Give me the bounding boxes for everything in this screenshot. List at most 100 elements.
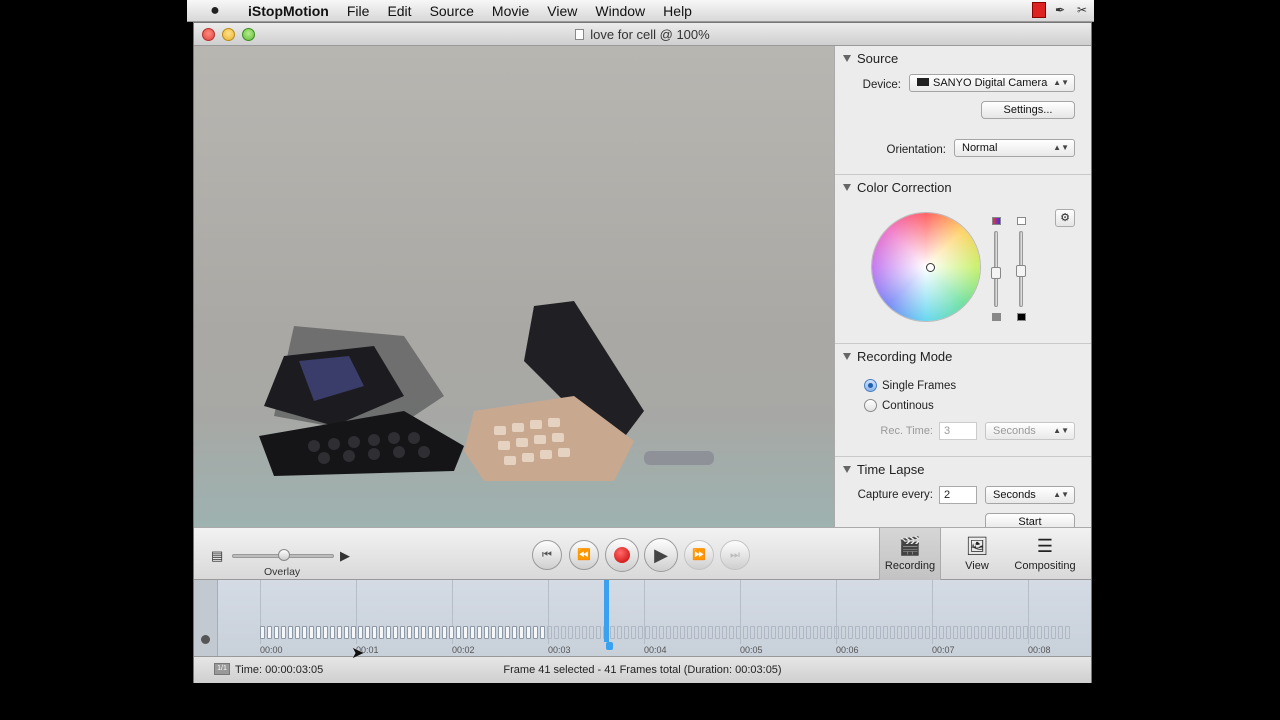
frame-thumbnail[interactable] <box>463 626 468 639</box>
frame-thumbnail[interactable] <box>302 626 307 639</box>
empty-frame-slot[interactable] <box>680 626 685 639</box>
empty-frame-slot[interactable] <box>862 626 867 639</box>
menu-view[interactable]: View <box>538 0 586 22</box>
empty-frame-slot[interactable] <box>883 626 888 639</box>
menu-help[interactable]: Help <box>654 0 701 22</box>
empty-frame-slot[interactable] <box>673 626 678 639</box>
empty-frame-slot[interactable] <box>1051 626 1056 639</box>
empty-frame-slot[interactable] <box>799 626 804 639</box>
empty-frame-slot[interactable] <box>806 626 811 639</box>
frame-thumbnail[interactable] <box>316 626 321 639</box>
empty-frame-slot[interactable] <box>568 626 573 639</box>
frame-thumbnail[interactable] <box>400 626 405 639</box>
empty-frame-slot[interactable] <box>575 626 580 639</box>
menu-istopmotion[interactable]: iStopMotion <box>239 0 338 22</box>
frame-thumbnail[interactable] <box>323 626 328 639</box>
frame-thumbnail[interactable] <box>512 626 517 639</box>
settings-button[interactable]: Settings... <box>981 101 1075 119</box>
empty-frame-slot[interactable] <box>848 626 853 639</box>
empty-frame-slot[interactable] <box>869 626 874 639</box>
go-to-start-button[interactable]: ⏮ <box>532 540 562 570</box>
empty-frame-slot[interactable] <box>617 626 622 639</box>
empty-frame-slot[interactable] <box>841 626 846 639</box>
frame-thumbnail[interactable] <box>477 626 482 639</box>
tab-compositing[interactable]: ☰ Compositing <box>1009 528 1081 581</box>
empty-frame-slot[interactable] <box>687 626 692 639</box>
frame-thumbnail[interactable] <box>393 626 398 639</box>
orientation-popup[interactable]: Normal ▲▼ <box>954 139 1075 157</box>
tab-recording[interactable]: 🎬 Recording <box>879 528 941 581</box>
frame-thumbnail[interactable] <box>386 626 391 639</box>
color-correction-header[interactable]: Color Correction <box>835 175 1091 201</box>
frame-thumbnail[interactable] <box>505 626 510 639</box>
empty-frame-slot[interactable] <box>827 626 832 639</box>
frame-strip[interactable] <box>260 626 1072 640</box>
frame-thumbnail[interactable] <box>337 626 342 639</box>
frame-thumbnail[interactable] <box>344 626 349 639</box>
device-popup[interactable]: SANYO Digital Camera ▲▼ <box>909 74 1075 92</box>
frame-thumbnail[interactable] <box>428 626 433 639</box>
frame-thumbnail[interactable] <box>260 626 265 639</box>
empty-frame-slot[interactable] <box>834 626 839 639</box>
empty-frame-slot[interactable] <box>645 626 650 639</box>
empty-frame-slot[interactable] <box>925 626 930 639</box>
empty-frame-slot[interactable] <box>778 626 783 639</box>
empty-frame-slot[interactable] <box>981 626 986 639</box>
frame-thumbnail[interactable] <box>288 626 293 639</box>
empty-frame-slot[interactable] <box>904 626 909 639</box>
empty-frame-slot[interactable] <box>764 626 769 639</box>
empty-frame-slot[interactable] <box>1023 626 1028 639</box>
empty-frame-slot[interactable] <box>792 626 797 639</box>
color-wheel-handle[interactable] <box>926 263 935 272</box>
empty-frame-slot[interactable] <box>589 626 594 639</box>
menu-source[interactable]: Source <box>421 0 483 22</box>
empty-frame-slot[interactable] <box>1016 626 1021 639</box>
start-button[interactable]: Start <box>985 513 1075 527</box>
empty-frame-slot[interactable] <box>918 626 923 639</box>
rewind-button[interactable]: ⏪ <box>569 540 599 570</box>
continous-radio[interactable] <box>864 399 877 412</box>
recording-status-icon[interactable] <box>1032 2 1046 18</box>
frame-thumbnail[interactable] <box>435 626 440 639</box>
overlay-slider-knob[interactable] <box>278 549 290 561</box>
empty-frame-slot[interactable] <box>820 626 825 639</box>
frame-thumbnail[interactable] <box>274 626 279 639</box>
frame-thumbnail[interactable] <box>358 626 363 639</box>
empty-frame-slot[interactable] <box>911 626 916 639</box>
empty-frame-slot[interactable] <box>1009 626 1014 639</box>
empty-frame-slot[interactable] <box>1030 626 1035 639</box>
empty-frame-slot[interactable] <box>953 626 958 639</box>
frame-thumbnail[interactable] <box>267 626 272 639</box>
empty-frame-slot[interactable] <box>890 626 895 639</box>
frame-thumbnail[interactable] <box>484 626 489 639</box>
empty-frame-slot[interactable] <box>995 626 1000 639</box>
frame-thumbnail[interactable] <box>414 626 419 639</box>
empty-frame-slot[interactable] <box>813 626 818 639</box>
empty-frame-slot[interactable] <box>743 626 748 639</box>
empty-frame-slot[interactable] <box>855 626 860 639</box>
frame-thumbnail[interactable] <box>498 626 503 639</box>
empty-frame-slot[interactable] <box>1058 626 1063 639</box>
record-button[interactable] <box>605 538 639 572</box>
fast-forward-button[interactable]: ⏩ <box>684 540 714 570</box>
empty-frame-slot[interactable] <box>771 626 776 639</box>
play-button[interactable]: ▶ <box>644 538 678 572</box>
empty-frame-slot[interactable] <box>652 626 657 639</box>
frame-thumbnail[interactable] <box>519 626 524 639</box>
empty-frame-slot[interactable] <box>785 626 790 639</box>
capture-unit-popup[interactable]: Seconds ▲▼ <box>985 486 1075 504</box>
empty-frame-slot[interactable] <box>1002 626 1007 639</box>
frame-thumbnail[interactable] <box>533 626 538 639</box>
single-frames-radio[interactable] <box>864 379 877 392</box>
empty-frame-slot[interactable] <box>708 626 713 639</box>
empty-frame-slot[interactable] <box>547 626 552 639</box>
empty-frame-slot[interactable] <box>736 626 741 639</box>
empty-frame-slot[interactable] <box>750 626 755 639</box>
timeline[interactable]: 00:00 00:01 00:02 00:03 00:04 00:05 00:06 00:07… <box>194 580 1091 657</box>
empty-frame-slot[interactable] <box>582 626 587 639</box>
menu-window[interactable]: Window <box>586 0 654 22</box>
empty-frame-slot[interactable] <box>757 626 762 639</box>
frame-thumbnail[interactable] <box>309 626 314 639</box>
timeline-clock-icon[interactable] <box>201 635 210 644</box>
saturation-slider-thumb[interactable] <box>991 267 1001 279</box>
